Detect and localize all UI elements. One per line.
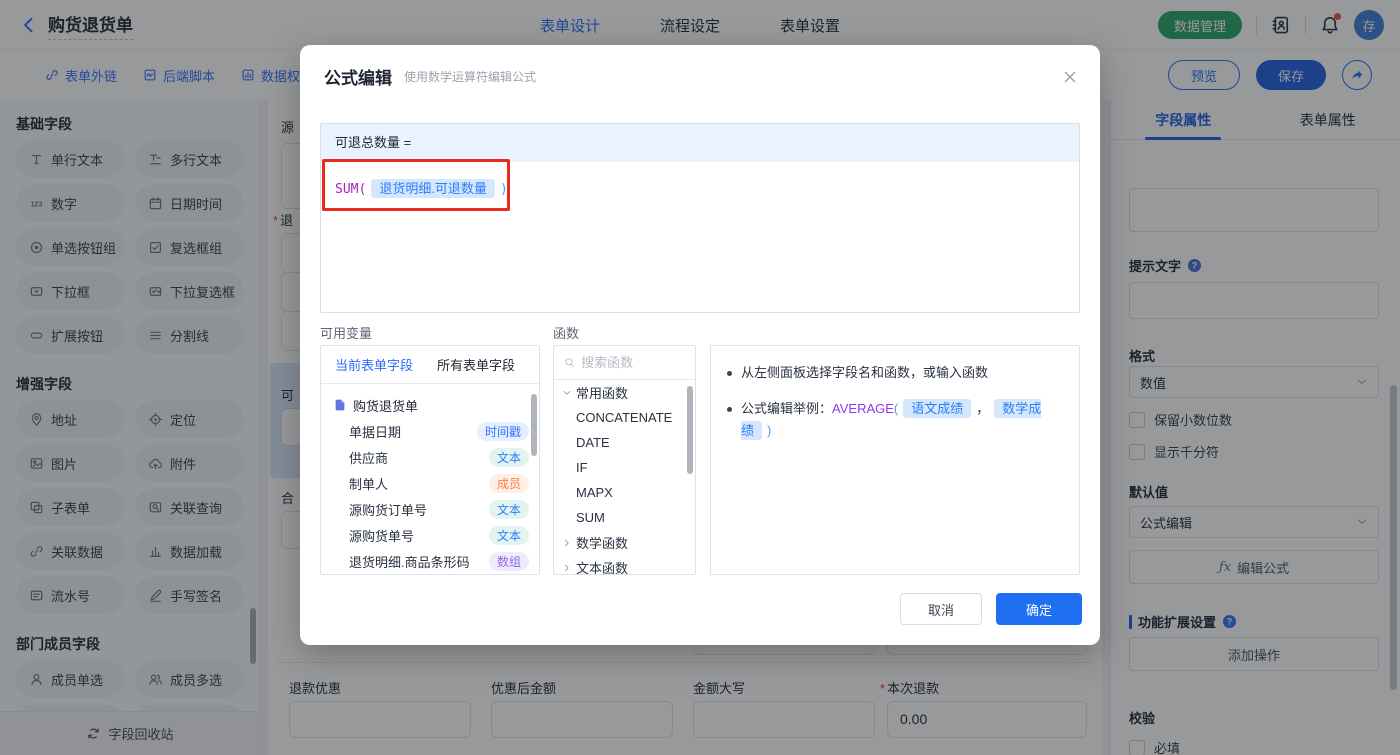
variable-row[interactable]: 源购货单号 文本 <box>321 522 539 548</box>
formula-function: SUM( <box>335 182 367 197</box>
formula-target-bar: 可退总数量 = <box>321 124 1079 162</box>
formula-editor-modal: 公式编辑 使用数学运算符编辑公式 可退总数量 = SUM(退货明细.可退数量) … <box>300 45 1100 645</box>
formula-close-paren: ) <box>499 182 508 197</box>
form-designer-app: 购货退货单 表单设计 流程设定 表单设置 数据管理 存 表单外链 后端脚本 数据… <box>0 0 1400 755</box>
variable-row[interactable]: 退货明细.商品条形码 数组 <box>321 548 539 574</box>
file-icon <box>333 398 347 412</box>
variable-row[interactable]: 源购货订单号 文本 <box>321 496 539 522</box>
formula-field-chip[interactable]: 退货明细.可退数量 <box>371 179 495 198</box>
function-group-math[interactable]: 数学函数 <box>554 530 695 555</box>
variables-section-label: 可用变量 <box>320 326 373 341</box>
type-badge-timestamp: 时间戳 <box>476 421 529 441</box>
bullet-dot <box>727 371 732 376</box>
search-icon <box>564 356 575 369</box>
type-badge-text: 文本 <box>488 499 529 519</box>
function-item[interactable]: IF <box>554 455 695 480</box>
variables-panel: 当前表单字段 所有表单字段 购货退货单 单据日期 时间戳 供应商 文本 制单人 成员 … <box>320 345 540 575</box>
chevron-down-icon <box>562 388 572 398</box>
example-function-name: AVERAGE <box>832 401 894 416</box>
variables-scrollbar[interactable] <box>531 394 537 456</box>
formula-input-area[interactable]: SUM( 退货明细.可退数量) <box>321 162 1079 213</box>
variable-tree-root[interactable]: 购货退货单 <box>321 392 539 418</box>
cancel-button[interactable]: 取消 <box>900 593 982 625</box>
chevron-right-icon <box>562 563 572 573</box>
help-example: 公式编辑举例：AVERAGE(语文成绩，数学成绩) <box>741 399 1042 440</box>
function-item[interactable]: SUM <box>554 505 695 530</box>
function-item[interactable]: CONCATENATE <box>554 405 695 430</box>
type-badge-text: 文本 <box>488 525 529 545</box>
type-badge-array: 数组 <box>488 551 529 571</box>
variable-row[interactable]: 单据日期 时间戳 <box>321 418 539 444</box>
type-badge-text: 文本 <box>488 447 529 467</box>
bullet-dot <box>727 407 732 412</box>
close-icon[interactable] <box>1062 69 1078 85</box>
function-item[interactable]: DATE <box>554 430 695 455</box>
function-group-common[interactable]: 常用函数 <box>554 380 695 405</box>
function-item[interactable]: MAPX <box>554 480 695 505</box>
example-chip: 语文成绩 <box>903 399 972 418</box>
tab-all-form-fields[interactable]: 所有表单字段 <box>437 355 515 374</box>
function-search <box>554 346 695 380</box>
function-search-input[interactable] <box>581 355 685 370</box>
functions-panel: 常用函数 CONCATENATE DATE IF MAPX SUM 数学函数 文… <box>553 345 696 575</box>
formula-editor-box: 可退总数量 = SUM( 退货明细.可退数量) <box>320 123 1080 313</box>
formula-help-panel: 从左侧面板选择字段名和函数，或输入函数 公式编辑举例：AVERAGE(语文成绩，… <box>710 345 1080 575</box>
modal-subtitle: 使用数学运算符编辑公式 <box>404 69 537 84</box>
function-group-text[interactable]: 文本函数 <box>554 555 695 574</box>
variable-row[interactable]: 供应商 文本 <box>321 444 539 470</box>
functions-section-label: 函数 <box>553 326 580 341</box>
functions-scrollbar[interactable] <box>687 386 693 474</box>
confirm-button[interactable]: 确定 <box>996 593 1082 625</box>
help-tip: 从左侧面板选择字段名和函数，或输入函数 <box>741 365 989 380</box>
modal-title: 公式编辑 <box>324 68 392 88</box>
chevron-right-icon <box>562 538 572 548</box>
variable-row[interactable]: 制单人 成员 <box>321 470 539 496</box>
type-badge-member: 成员 <box>488 473 529 493</box>
tab-current-form-fields[interactable]: 当前表单字段 <box>335 355 413 374</box>
